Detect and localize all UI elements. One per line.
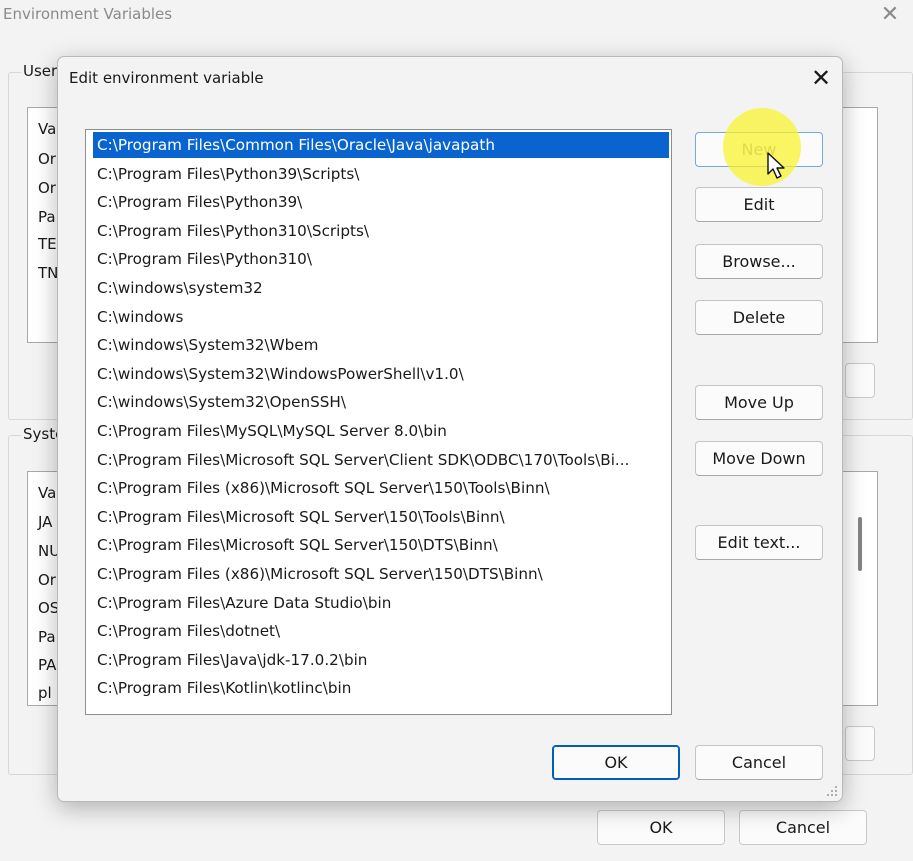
bg-ok-button[interactable]: OK	[597, 810, 725, 845]
list-item[interactable]: PA	[38, 656, 56, 674]
path-list-item[interactable]: C:\Program Files\Azure Data Studio\bin	[93, 590, 669, 616]
bg-close-icon[interactable]: ✕	[876, 2, 904, 28]
cancel-button[interactable]: Cancel	[695, 745, 823, 780]
path-list-item[interactable]: C:\Program Files\Microsoft SQL Server\15…	[93, 532, 669, 558]
edit-button[interactable]: Edit	[695, 187, 823, 222]
close-icon[interactable]: ✕	[806, 65, 836, 93]
user-group-label: User	[21, 62, 60, 80]
list-item[interactable]: Pa	[38, 628, 56, 646]
path-list-item[interactable]: C:\windows\System32\WindowsPowerShell\v1…	[93, 361, 669, 387]
browse-button[interactable]: Browse...	[695, 244, 823, 279]
list-item[interactable]: TE	[38, 235, 57, 253]
path-list-item[interactable]: C:\windows	[93, 304, 669, 330]
path-list-item[interactable]: C:\windows\System32\OpenSSH\	[93, 389, 669, 415]
list-item[interactable]: JA	[38, 513, 52, 531]
path-list-item[interactable]: C:\Program Files\Microsoft SQL Server\Cl…	[93, 447, 669, 473]
mouse-pointer-icon	[767, 152, 785, 179]
list-item[interactable]: Or	[38, 150, 56, 168]
path-list-item[interactable]: C:\Program Files (x86)\Microsoft SQL Ser…	[93, 475, 669, 501]
dialog-title: Edit environment variable	[69, 69, 264, 87]
bg-window-title: Environment Variables	[3, 5, 173, 23]
edit-environment-variable-dialog: Edit environment variable ✕ C:\Program F…	[57, 56, 843, 802]
edit-text-button[interactable]: Edit text...	[695, 525, 823, 560]
path-list-item[interactable]: C:\Program Files\Python310\Scripts\	[93, 218, 669, 244]
path-list-item[interactable]: C:\Program Files\MySQL\MySQL Server 8.0\…	[93, 418, 669, 444]
new-button[interactable]: New	[695, 132, 823, 167]
path-list-item[interactable]: C:\windows\System32\Wbem	[93, 332, 669, 358]
user-list-header: Va	[38, 120, 57, 138]
bg-cancel-button[interactable]: Cancel	[739, 810, 867, 845]
user-variables-button[interactable]	[845, 363, 875, 398]
path-list-item[interactable]: C:\Program Files\Kotlin\kotlinc\bin	[93, 675, 669, 701]
path-list-item[interactable]: C:\Program Files (x86)\Microsoft SQL Ser…	[93, 561, 669, 587]
move-down-button[interactable]: Move Down	[695, 441, 823, 476]
bg-titlebar: Environment Variables ✕	[0, 0, 913, 32]
path-list-item[interactable]: C:\Program Files\Python310\	[93, 246, 669, 272]
ok-button[interactable]: OK	[552, 745, 680, 780]
list-item[interactable]: Pa	[38, 208, 56, 226]
list-item[interactable]: pl	[38, 684, 52, 702]
list-item[interactable]: Or	[38, 179, 56, 197]
list-item[interactable]: TN	[38, 264, 58, 282]
delete-button[interactable]: Delete	[695, 300, 823, 335]
path-list-item[interactable]: C:\windows\system32	[93, 275, 669, 301]
path-list-item[interactable]: C:\Program Files\Java\jdk-17.0.2\bin	[93, 647, 669, 673]
system-list-scrollbar[interactable]	[858, 517, 862, 571]
list-item[interactable]: Or	[38, 571, 56, 589]
move-up-button[interactable]: Move Up	[695, 385, 823, 420]
path-list-item[interactable]: C:\Program Files\Microsoft SQL Server\15…	[93, 504, 669, 530]
path-list-item[interactable]: C:\Program Files\Python39\Scripts\	[93, 161, 669, 187]
path-list-item[interactable]: C:\Program Files\dotnet\	[93, 618, 669, 644]
system-variables-button[interactable]	[845, 726, 875, 761]
system-list-header: Va	[38, 484, 57, 502]
resize-grip-icon[interactable]	[826, 785, 838, 797]
path-list-item[interactable]: C:\Program Files\Common Files\Oracle\Jav…	[93, 132, 669, 158]
path-list-item[interactable]: C:\Program Files\Python39\	[93, 189, 669, 215]
path-list[interactable]: C:\Program Files\Common Files\Oracle\Jav…	[85, 129, 672, 715]
